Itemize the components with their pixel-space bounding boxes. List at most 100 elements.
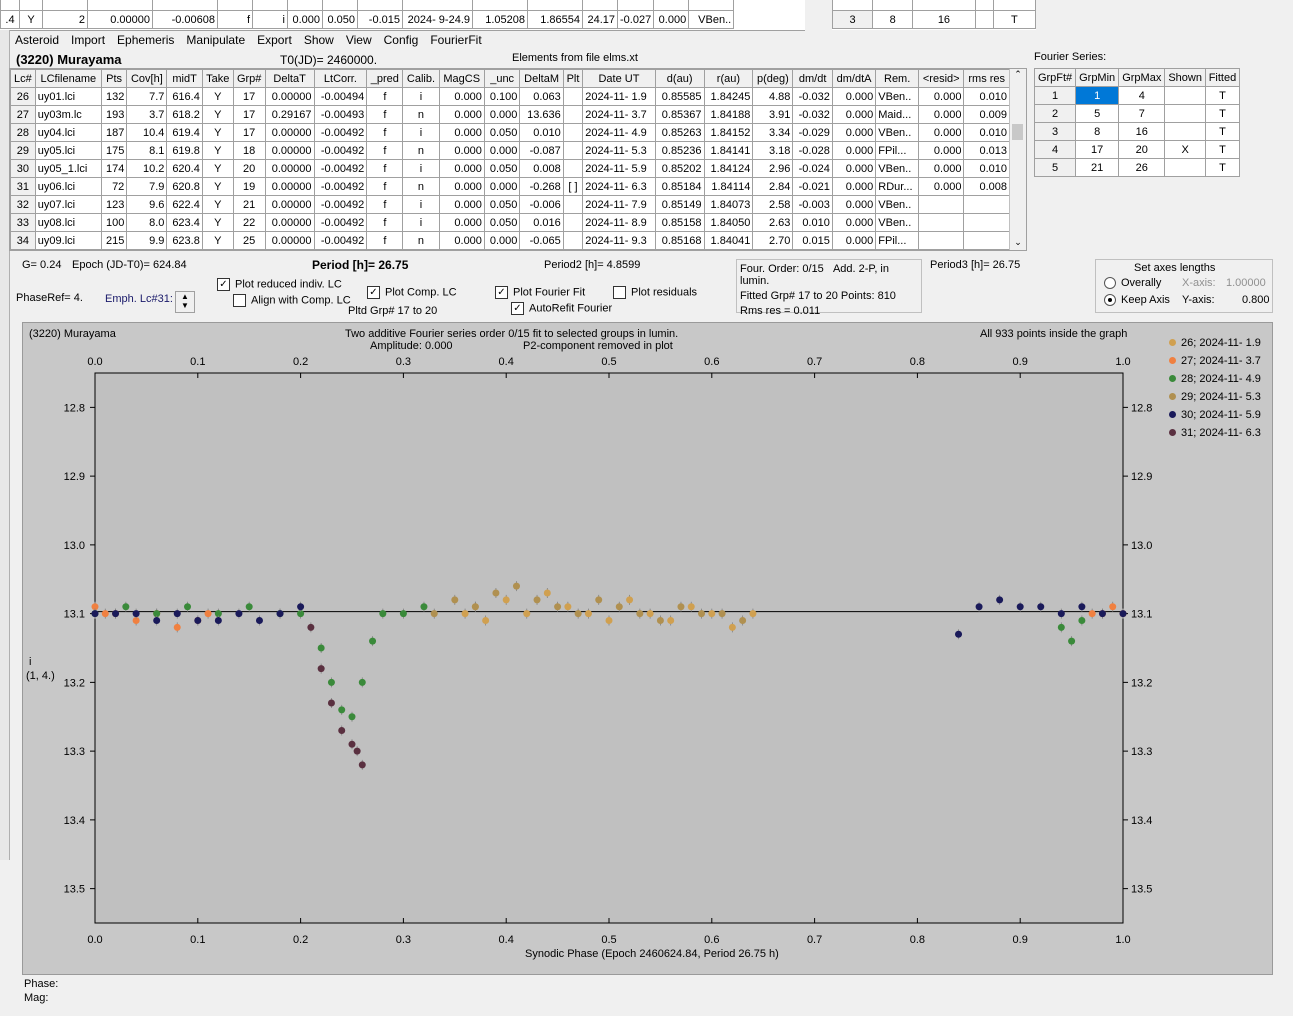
lc-table-cell[interactable] — [562, 195, 584, 214]
lc-table-cell[interactable]: -0.00494 — [313, 87, 368, 106]
lc-table-cell[interactable]: 3.91 — [752, 105, 794, 124]
lc-header-cell[interactable]: Date UT — [582, 69, 656, 88]
lc-header-cell[interactable]: Grp# — [232, 69, 266, 88]
lc-table-cell[interactable]: 0.016 — [519, 213, 564, 232]
lc-table-cell[interactable]: 620.8 — [166, 177, 203, 196]
lc-table-cell[interactable]: 0.000 — [831, 177, 877, 196]
fourier-row[interactable]: 4 17 20 X T — [1033, 140, 1241, 159]
lc-table-cell[interactable]: uy07.lci — [34, 195, 102, 214]
lc-table-cell[interactable]: 0.000 — [483, 231, 521, 250]
lc-row-number[interactable]: 28 — [10, 123, 36, 142]
lc-table-cell[interactable]: -0.006 — [519, 195, 564, 214]
fourier-cell[interactable]: 20 — [1118, 140, 1166, 159]
lc-table-cell[interactable]: 0.000 — [438, 159, 485, 178]
lc-table-cell[interactable]: Y — [201, 105, 234, 124]
lc-table-cell[interactable]: 0.85585 — [654, 87, 705, 106]
lc-table-cell[interactable]: -0.032 — [792, 105, 833, 124]
lc-table-cell[interactable]: 3.7 — [126, 105, 168, 124]
lc-table-cell[interactable]: 25 — [232, 231, 266, 250]
lc-table-cell[interactable]: VBen.. — [875, 159, 920, 178]
lc-table-cell[interactable]: 0.000 — [438, 123, 485, 142]
lc-table-cell[interactable]: 0.000 — [438, 141, 485, 160]
lc-table-cell[interactable]: 0.000 — [918, 177, 965, 196]
lc-table-cell[interactable] — [918, 213, 965, 232]
lc-table-cell[interactable]: 17 — [232, 123, 266, 142]
lc-table-cell[interactable]: -0.00492 — [313, 141, 368, 160]
lc-table-cell[interactable]: i — [402, 123, 440, 142]
lc-table-cell[interactable]: -0.028 — [792, 141, 833, 160]
fourier-cell[interactable]: 16 — [1118, 122, 1166, 141]
lc-table-cell[interactable] — [562, 213, 584, 232]
lc-table-cell[interactable]: 0.050 — [483, 159, 521, 178]
lc-row-number[interactable]: 34 — [10, 231, 36, 250]
lc-table-cell[interactable]: RDur... — [875, 177, 920, 196]
menu-item-ephemeris[interactable]: Ephemeris — [117, 33, 174, 47]
fourier-header-cell[interactable]: Shown — [1164, 68, 1206, 87]
lc-header-cell[interactable]: dm/dt — [792, 69, 833, 88]
lc-table-cell[interactable]: 10.4 — [126, 123, 168, 142]
scroll-up-icon[interactable]: ⌃ — [1010, 69, 1026, 80]
lc-header-cell[interactable]: _pred — [366, 69, 404, 88]
lc-table-cell[interactable]: 0.000 — [438, 231, 485, 250]
menu-item-view[interactable]: View — [346, 33, 372, 47]
lc-table-row[interactable]: 29 uy05.lci 175 8.1 619.8 Y 18 0.00000 -0.00492 f… — [10, 141, 1010, 160]
lc-table-cell[interactable]: 0.000 — [831, 141, 877, 160]
lc-table-cell[interactable]: 0.010 — [963, 87, 1010, 106]
lightcurve-graph[interactable]: 0.0 0.0 0.1 0.1 0.2 0.2 0.3 0.3 0.4 0.4 0.5 0.5 0.6 0… — [22, 322, 1273, 975]
lc-table-cell[interactable]: f — [366, 159, 404, 178]
fourier-row[interactable]: 5 21 26 T — [1033, 158, 1241, 177]
lc-table-row[interactable]: 31 uy06.lci 72 7.9 620.8 Y 19 0.00000 -0.00492 f n… — [10, 177, 1010, 196]
lc-table-cell[interactable]: VBen.. — [875, 123, 920, 142]
lc-table-cell[interactable]: -0.00492 — [313, 213, 368, 232]
lc-header-cell[interactable]: Plt — [562, 69, 584, 88]
lc-table-cell[interactable]: 0.050 — [483, 195, 521, 214]
lc-table-cell[interactable]: 0.000 — [918, 87, 965, 106]
lc-table-cell[interactable]: 9.9 — [126, 231, 168, 250]
lc-table-cell[interactable]: 2024-11- 4.9 — [582, 123, 656, 142]
menu-item-asteroid[interactable]: Asteroid — [15, 33, 59, 47]
fourier-header-cell[interactable]: GrpMax — [1118, 68, 1166, 87]
lc-table-cell[interactable]: 0.009 — [963, 105, 1010, 124]
lc-table-cell[interactable]: 0.000 — [918, 159, 965, 178]
lc-table-cell[interactable]: 622.4 — [166, 195, 203, 214]
lc-table-cell[interactable]: 0.00000 — [264, 177, 315, 196]
lc-table-cell[interactable]: Y — [201, 177, 234, 196]
lc-table-row[interactable]: 28 uy04.lci 187 10.4 619.4 Y 17 0.00000 -0.00492… — [10, 123, 1010, 142]
overally-radio[interactable]: Overally — [1104, 277, 1161, 290]
lc-row-number[interactable]: 32 — [10, 195, 36, 214]
fourier-cell[interactable]: 8 — [1075, 122, 1120, 141]
lc-table-cell[interactable] — [562, 87, 584, 106]
phaseref-label[interactable]: PhaseRef= 4. — [16, 292, 83, 304]
lc-table-cell[interactable]: -0.00492 — [313, 195, 368, 214]
lc-header-cell[interactable]: LtCorr. — [313, 69, 368, 88]
lc-table-cell[interactable]: -0.00492 — [313, 159, 368, 178]
lc-table-cell[interactable]: Y — [201, 159, 234, 178]
lc-table-cell[interactable]: 0.000 — [483, 141, 521, 160]
lc-table-cell[interactable]: f — [366, 195, 404, 214]
lc-table-cell[interactable]: 619.4 — [166, 123, 203, 142]
plot-reduced-checkbox[interactable]: ✓ Plot reduced indiv. LC — [217, 278, 342, 291]
lc-table-cell[interactable]: VBen.. — [875, 87, 920, 106]
lc-table-cell[interactable]: f — [366, 123, 404, 142]
lc-header-cell[interactable]: Rem. — [875, 69, 920, 88]
lc-table-cell[interactable]: -0.00492 — [313, 177, 368, 196]
lc-table-cell[interactable]: 13.636 — [519, 105, 564, 124]
lc-table-cell[interactable]: Y — [201, 231, 234, 250]
lc-table-cell[interactable]: 0.85184 — [654, 177, 705, 196]
lc-table-cell[interactable]: 3.34 — [752, 123, 794, 142]
lc-table-cell[interactable]: 619.8 — [166, 141, 203, 160]
lc-table-cell[interactable]: 2024-11- 5.3 — [582, 141, 656, 160]
lc-table-cell[interactable]: 0.000 — [438, 213, 485, 232]
lc-table-cell[interactable]: 1.84041 — [703, 231, 754, 250]
fourier-cell[interactable]: T — [1204, 104, 1241, 123]
lc-table-cell[interactable]: uy03m.lc — [34, 105, 102, 124]
lc-table-cell[interactable]: uy01.lci — [34, 87, 102, 106]
lc-table-cell[interactable]: -0.021 — [792, 177, 833, 196]
lc-table-cell[interactable] — [562, 159, 584, 178]
lc-table-cell[interactable]: 18 — [232, 141, 266, 160]
lc-table-cell[interactable]: 2024-11- 7.9 — [582, 195, 656, 214]
lc-table-cell[interactable]: 623.4 — [166, 213, 203, 232]
lc-row-number[interactable]: 26 — [10, 87, 36, 106]
lc-table-cell[interactable]: 100 — [100, 213, 128, 232]
lc-table-cell[interactable]: 0.29167 — [264, 105, 315, 124]
